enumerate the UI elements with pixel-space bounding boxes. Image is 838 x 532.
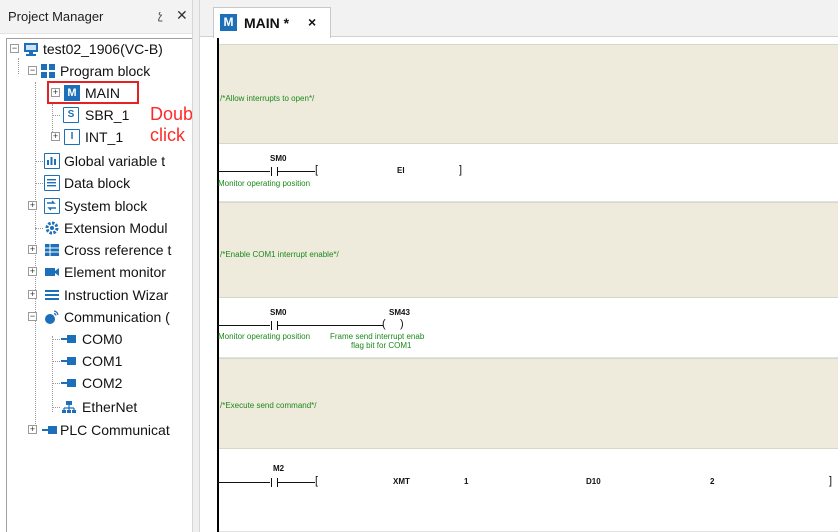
coil-description: Frame send interrupt enab [330,332,425,341]
list-icon [44,287,60,303]
tree-label: Global variable t [64,153,166,169]
cross-reference-table-icon [44,242,60,258]
tree-item-com2[interactable]: COM2 [52,372,192,394]
program-block-icon [40,63,56,79]
ladder-editor[interactable]: /*Allow interrupts to open*/ SM0 [ EI ] … [200,38,838,532]
coil-description: flag bit for COM1 [351,341,412,350]
network-logic-block[interactable]: SM0 ( SM43 ) Monitor operating position … [217,298,838,358]
tree-item-cross-reference[interactable]: + Cross reference t [28,239,192,261]
network-comment: /*Execute send command*/ [220,401,317,410]
project-manager-title: Project Manager [8,9,104,24]
tree-item-data-block[interactable]: Data block [35,172,192,194]
tree-label: COM1 [82,353,123,369]
instruction-operand: D10 [586,477,601,486]
tree-item-com0[interactable]: COM0 [52,328,192,350]
global-variable-icon [44,153,60,169]
instruction-name: XMT [393,477,410,486]
project-manager-pane: Project Manager չ ✕ − test02_1906(VC-B) … [0,0,207,532]
instruction-operand: 1 [464,477,469,486]
network-comment-block[interactable]: /*Enable COM1 interrupt enable*/ [219,202,838,298]
tab-label: MAIN * [244,15,290,31]
expand-toggle-icon[interactable]: + [28,245,37,254]
plc-computer-icon [23,41,39,57]
monitor-camera-icon [44,264,60,280]
system-block-icon [44,198,60,214]
data-block-icon [44,175,60,191]
network-comment: /*Enable COM1 interrupt enable*/ [220,250,339,259]
tree-label: EtherNet [82,399,138,415]
instruction-operand: 2 [710,477,715,486]
tree-label: Program block [60,63,151,79]
tree-item-ethernet[interactable]: EtherNet [52,396,192,418]
network-icon [61,399,77,415]
expand-toggle-icon[interactable]: + [28,290,37,299]
expand-toggle-icon[interactable]: + [28,267,37,276]
tree-item-instruction-wizard[interactable]: + Instruction Wizar [28,284,192,306]
close-pane-icon[interactable]: ✕ [176,7,188,24]
tree-label: System block [64,198,148,214]
network-logic-block[interactable]: SM0 [ EI ] Monitor operating position [217,144,838,202]
highlight-box [47,81,139,104]
tree-item-global-variable[interactable]: Global variable t [35,150,192,172]
interrupt-icon: I [64,129,80,145]
contact-description: Monitor operating position [218,332,311,341]
tree-item-sbr1[interactable]: S SBR_1 [52,104,148,126]
network-comment: /*Allow interrupts to open*/ [220,94,315,103]
tree-item-plc-communication[interactable]: + PLC Communicat [28,419,192,441]
pin-icon[interactable]: չ [158,8,163,22]
tree-label: Element monitor [64,264,166,280]
tree-item-program-block[interactable]: − Program block [28,60,192,82]
instruction-name: EI [397,166,405,175]
expand-toggle-icon[interactable]: + [28,201,37,210]
editor-tab-bar: M MAIN * × [200,0,838,38]
subroutine-icon: S [63,107,79,123]
collapse-toggle-icon[interactable]: − [28,312,37,321]
tree-label: INT_1 [85,129,124,145]
connector-plug-icon [42,422,58,438]
close-tab-icon[interactable]: × [308,14,316,30]
project-manager-header: Project Manager չ ✕ [0,0,192,34]
main-program-icon: M [220,14,237,31]
connector-plug-icon [61,353,77,369]
tree-label: SBR_1 [85,107,130,123]
contact-address: SM0 [270,154,287,163]
expand-toggle-icon[interactable]: + [51,132,60,141]
connector-plug-icon [61,375,77,391]
gear-icon [44,220,60,236]
coil-address: SM43 [389,308,410,317]
tree-item-int1[interactable]: + I INT_1 [45,126,145,148]
tree-item-communication[interactable]: − Communication ( [28,306,192,328]
tree-label: test02_1906(VC-B) [43,41,163,57]
tree-item-element-monitor[interactable]: + Element monitor [28,261,192,283]
pane-splitter[interactable] [192,0,200,532]
contact-address: M2 [273,464,285,473]
tree-label: Extension Modul [64,220,168,236]
communication-icon [44,309,60,325]
tree-label: COM2 [82,375,123,391]
network-comment-block[interactable]: /*Allow interrupts to open*/ [219,44,838,144]
connector-plug-icon [61,331,77,347]
expand-toggle-icon[interactable]: + [28,425,37,434]
tree-item-extension-module[interactable]: Extension Modul [35,217,192,239]
tree-label: Data block [64,175,131,191]
contact-address: SM0 [270,308,287,317]
network-comment-block[interactable]: /*Execute send command*/ [219,358,838,449]
network-logic-block[interactable]: M2 [ XMT 1 D10 2 ] [217,449,838,532]
tab-main[interactable]: M MAIN * × [213,7,331,38]
collapse-toggle-icon[interactable]: − [10,44,19,53]
tree-label: COM0 [82,331,123,347]
collapse-toggle-icon[interactable]: − [28,66,37,75]
contact-description: Monitor operating position [218,179,311,188]
tree-label: PLC Communicat [60,422,170,438]
tree-item-system-block[interactable]: + System block [28,195,192,217]
tree-label: Instruction Wizar [64,287,169,303]
tree-item-root[interactable]: − test02_1906(VC-B) [10,38,192,60]
tree-label: Communication ( [64,309,170,325]
tree-item-com1[interactable]: COM1 [52,350,192,372]
tree-label: Cross reference t [64,242,172,258]
